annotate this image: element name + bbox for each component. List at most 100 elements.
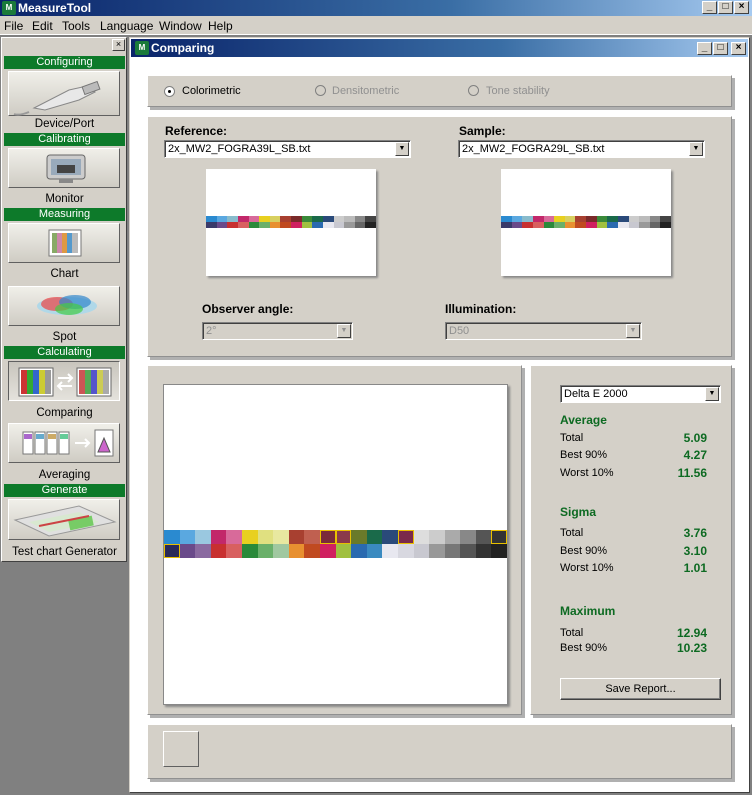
observer-angle-value: 2°	[206, 325, 217, 337]
maximum-heading: Maximum	[560, 604, 616, 618]
menu-file[interactable]: File	[4, 19, 23, 33]
menu-help[interactable]: Help	[208, 19, 233, 33]
section-generate: Generate	[4, 484, 125, 497]
nav-monitor-button[interactable]	[8, 148, 120, 188]
window-maximize-icon[interactable]: □	[713, 42, 728, 55]
section-calibrating: Calibrating	[4, 133, 125, 146]
chevron-down-icon[interactable]: ▼	[337, 324, 351, 338]
chevron-down-icon[interactable]: ▼	[626, 324, 640, 338]
sample-chart-thumbnail	[501, 169, 671, 276]
metric-value: Delta E 2000	[564, 388, 628, 400]
maximize-icon[interactable]: □	[718, 1, 733, 14]
compare-charts-icon	[18, 367, 112, 397]
average-worst-label: Worst 10%	[560, 467, 614, 479]
app-title-bar: M MeasureTool _ □ ×	[0, 0, 752, 16]
comparison-chart-canvas	[163, 384, 508, 705]
sample-file-value: 2x_MW2_FOGRA29L_SB.txt	[462, 143, 605, 155]
average-worst-value: 11.56	[677, 466, 707, 480]
illumination-select[interactable]: D50 ▼	[445, 322, 642, 340]
reference-chart-thumbnail	[206, 169, 376, 276]
color-swatch	[163, 731, 199, 767]
comparison-strip-bottom	[164, 544, 508, 558]
menu-bar: File Edit Tools Language Window Help	[0, 16, 752, 35]
measuretool-app-icon: M	[2, 1, 16, 15]
panel-close-icon[interactable]: ×	[112, 39, 125, 51]
nav-label-test-chart-generator: Test chart Generator	[12, 546, 117, 558]
nav-chart-button[interactable]	[8, 223, 120, 263]
app-title: MeasureTool	[18, 1, 92, 15]
minimize-icon[interactable]: _	[702, 1, 717, 14]
comparison-strip-top	[164, 530, 508, 544]
label-tone-stability: Tone stability	[486, 85, 550, 97]
sigma-best-value: 3.10	[683, 544, 707, 558]
bottom-panel	[147, 724, 732, 779]
nav-label-averaging: Averaging	[38, 469, 91, 481]
averaging-icon	[22, 429, 114, 457]
observer-angle-select[interactable]: 2° ▼	[202, 322, 353, 340]
average-total-label: Total	[560, 432, 584, 444]
chevron-down-icon[interactable]: ▼	[395, 142, 409, 156]
average-best-value: 4.27	[683, 448, 707, 462]
window-close-icon[interactable]: ×	[731, 42, 746, 55]
mode-panel: Colorimetric Densitometric Tone stabilit…	[147, 75, 732, 107]
sigma-total-label: Total	[560, 527, 584, 539]
color-spot-icon	[37, 295, 97, 315]
test-chart-generator-icon	[13, 505, 117, 537]
radio-densitometric[interactable]	[315, 85, 326, 96]
radio-colorimetric[interactable]	[164, 86, 175, 97]
comparing-window: M Comparing _ □ × Colorimetric Densitome…	[129, 37, 750, 793]
sigma-worst-value: 1.01	[683, 561, 707, 575]
sigma-heading: Sigma	[560, 505, 597, 519]
window-title: Comparing	[151, 41, 215, 55]
nav-comparing-button[interactable]	[8, 361, 120, 401]
nav-device-port-button[interactable]	[8, 71, 120, 116]
window-minimize-icon[interactable]: _	[697, 42, 712, 55]
sigma-best-label: Best 90%	[560, 545, 608, 557]
nav-averaging-button[interactable]	[8, 423, 120, 463]
sigma-total-value: 3.76	[683, 526, 707, 540]
menu-edit[interactable]: Edit	[32, 19, 53, 33]
section-configuring: Configuring	[4, 56, 125, 69]
reference-label: Reference:	[165, 124, 228, 138]
nav-label-device-port: Device/Port	[34, 118, 95, 130]
statistics-panel: Delta E 2000 ▼ Average Total 5.09 Best 9…	[530, 365, 732, 715]
chevron-down-icon[interactable]: ▼	[705, 387, 719, 401]
reference-file-select[interactable]: 2x_MW2_FOGRA39L_SB.txt ▼	[164, 140, 411, 158]
average-heading: Average	[560, 413, 607, 427]
illumination-label: Illumination:	[445, 302, 517, 316]
window-icon: M	[135, 41, 149, 55]
menu-tools[interactable]: Tools	[62, 19, 90, 33]
radio-tone-stability[interactable]	[468, 85, 479, 96]
maximum-total-value: 12.94	[676, 626, 707, 640]
nav-test-chart-generator-button[interactable]	[8, 499, 120, 540]
close-icon[interactable]: ×	[734, 1, 749, 14]
illumination-value: D50	[449, 325, 470, 337]
observer-angle-label: Observer angle:	[202, 302, 294, 316]
file-selection-panel: Reference: 2x_MW2_FOGRA39L_SB.txt ▼ Samp…	[147, 116, 732, 357]
section-calculating: Calculating	[4, 346, 125, 359]
section-measuring: Measuring	[4, 208, 125, 221]
comparison-chart-panel	[147, 365, 522, 715]
comparing-window-title-bar: M Comparing _ □ ×	[131, 39, 748, 57]
menu-window[interactable]: Window	[159, 19, 202, 33]
nav-label-spot: Spot	[52, 331, 77, 343]
sample-label: Sample:	[459, 124, 506, 138]
metric-select[interactable]: Delta E 2000 ▼	[560, 385, 721, 403]
nav-label-monitor: Monitor	[45, 193, 84, 205]
save-report-button[interactable]: Save Report...	[560, 678, 721, 700]
maximum-total-label: Total	[560, 627, 584, 639]
monitor-icon	[46, 154, 86, 183]
usb-cable-icon	[13, 80, 101, 116]
chevron-down-icon[interactable]: ▼	[689, 142, 703, 156]
reference-file-value: 2x_MW2_FOGRA39L_SB.txt	[168, 143, 311, 155]
nav-spot-button[interactable]	[8, 286, 120, 326]
maximum-best-value: 10.23	[676, 641, 707, 655]
sigma-worst-label: Worst 10%	[560, 562, 614, 574]
navigation-panel: × Configuring Device/Port Calibrating Mo…	[1, 37, 127, 562]
nav-label-comparing: Comparing	[36, 407, 93, 419]
menu-language[interactable]: Language	[100, 19, 153, 33]
nav-label-chart: Chart	[50, 268, 79, 280]
color-chart-icon	[48, 229, 82, 257]
sample-file-select[interactable]: 2x_MW2_FOGRA29L_SB.txt ▼	[458, 140, 705, 158]
label-colorimetric: Colorimetric	[182, 85, 241, 97]
